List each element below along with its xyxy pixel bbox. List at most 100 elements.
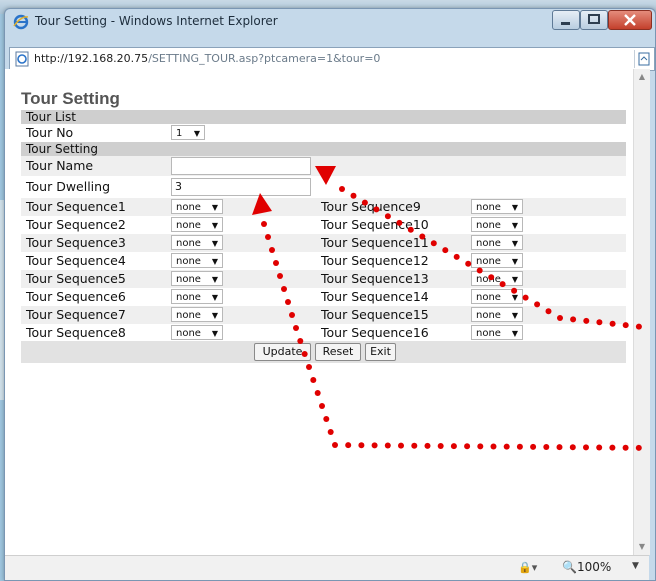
chevron-down-icon: ▼ [211, 239, 218, 248]
chevron-down-icon: ▼ [211, 293, 218, 302]
tour-sequence-value: none [476, 328, 501, 339]
exit-button[interactable]: Exit [365, 343, 396, 361]
tour-sequence-value: none [176, 238, 201, 249]
tour-no-label: Tour No [26, 125, 74, 140]
tour-sequence-row: Tour Sequence7 none ▼ Tour Sequence15 none ▼ [21, 306, 626, 324]
tour-dwelling-label: Tour Dwelling [26, 179, 111, 194]
chevron-down-icon: ▼ [511, 203, 518, 212]
tour-sequence-value: none [176, 202, 201, 213]
tour-sequence-label: Tour Sequence4 [26, 253, 126, 268]
tour-sequence-label: Tour Sequence7 [26, 307, 126, 322]
chevron-down-icon: ▼ [193, 129, 200, 138]
page-icon [15, 51, 29, 67]
scroll-down-icon[interactable]: ▼ [634, 539, 650, 555]
scroll-up-icon[interactable]: ▲ [634, 69, 650, 85]
vertical-scrollbar[interactable]: ▲ ▼ [633, 69, 650, 555]
tour-sequence-select[interactable]: none ▼ [171, 307, 223, 322]
title-bar[interactable]: Tour Setting - Windows Internet Explorer [5, 9, 655, 35]
tour-sequence-value: none [476, 310, 501, 321]
tour-sequence-select[interactable]: none ▼ [171, 271, 223, 286]
tour-sequence-value: none [476, 292, 501, 303]
zoom-icon: 🔍 [562, 560, 577, 574]
tour-sequence-select[interactable]: none ▼ [171, 253, 223, 268]
chevron-down-icon: ▼ [211, 257, 218, 266]
tour-sequence-value: none [176, 274, 201, 285]
tour-sequence-value: none [476, 202, 501, 213]
close-icon [624, 14, 636, 26]
tour-sequence-select[interactable]: none ▼ [171, 325, 223, 340]
ie-logo-icon [13, 14, 29, 30]
tour-sequence-label: Tour Sequence12 [321, 253, 429, 268]
tour-sequence-row: Tour Sequence2 none ▼ Tour Sequence10 none ▼ [21, 216, 626, 234]
zoom-dropdown-icon[interactable]: ▼ [632, 561, 639, 571]
tour-sequence-value: none [476, 220, 501, 231]
tour-no-row: Tour No 1 ▼ [21, 124, 626, 142]
chevron-down-icon: ▼ [211, 203, 218, 212]
tour-sequence-select[interactable]: none ▼ [471, 307, 523, 322]
chevron-down-icon: ▼ [511, 257, 518, 266]
zoom-level[interactable]: 🔍100% [562, 560, 611, 574]
tour-sequence-select[interactable]: none ▼ [171, 199, 223, 214]
tour-sequence-value: none [176, 256, 201, 267]
tour-sequence-select[interactable]: none ▼ [171, 235, 223, 250]
tour-name-row: Tour Name [21, 156, 626, 176]
tour-sequence-select[interactable]: none ▼ [471, 289, 523, 304]
tour-sequence-label: Tour Sequence1 [26, 199, 126, 214]
tour-sequence-select[interactable]: none ▼ [471, 271, 523, 286]
tour-sequence-select[interactable]: none ▼ [471, 235, 523, 250]
minimize-icon [561, 22, 570, 25]
chevron-down-icon: ▼ [511, 275, 518, 284]
window-title: Tour Setting - Windows Internet Explorer [35, 14, 278, 28]
tour-no-select[interactable]: 1 ▼ [171, 125, 205, 140]
chevron-down-icon: ▼ [511, 293, 518, 302]
chevron-down-icon: ▼ [211, 329, 218, 338]
tour-sequence-row: Tour Sequence8 none ▼ Tour Sequence16 none ▼ [21, 324, 626, 342]
tour-sequence-row: Tour Sequence1 none ▼ Tour Sequence9 none ▼ [21, 198, 626, 216]
minimize-button[interactable] [552, 10, 580, 30]
tour-sequence-select[interactable]: none ▼ [471, 199, 523, 214]
compatibility-view-button[interactable] [634, 50, 653, 68]
chevron-down-icon: ▼ [211, 275, 218, 284]
tour-sequence-label: Tour Sequence13 [321, 271, 429, 286]
page-title: Tour Setting [21, 89, 120, 108]
maximize-icon [588, 14, 600, 24]
tour-sequence-select[interactable]: none ▼ [171, 289, 223, 304]
tour-sequence-label: Tour Sequence3 [26, 235, 126, 250]
tour-dwelling-input[interactable]: 3 [171, 178, 311, 196]
tour-sequence-select[interactable]: none ▼ [471, 217, 523, 232]
tour-name-label: Tour Name [26, 158, 94, 173]
close-button[interactable] [608, 10, 652, 30]
chevron-down-icon: ▼ [511, 329, 518, 338]
update-button[interactable]: Update [254, 343, 311, 361]
tour-sequence-row: Tour Sequence6 none ▼ Tour Sequence14 none ▼ [21, 288, 626, 306]
tour-list-header: Tour List [21, 110, 626, 124]
status-bar: 🔒▾ 🔍100% ▼ [5, 555, 649, 580]
chevron-down-icon: ▼ [511, 311, 518, 320]
tour-sequence-value: none [176, 292, 201, 303]
tour-sequence-value: none [176, 310, 201, 321]
tour-sequence-select[interactable]: none ▼ [471, 253, 523, 268]
maximize-button[interactable] [580, 10, 608, 30]
tour-name-input[interactable] [171, 157, 311, 175]
tour-sequence-select[interactable]: none ▼ [171, 217, 223, 232]
tour-setting-header-label: Tour Setting [26, 142, 98, 156]
security-zone-icon[interactable]: 🔒▾ [518, 561, 537, 574]
reset-button[interactable]: Reset [315, 343, 361, 361]
tour-sequence-value: none [176, 328, 201, 339]
tour-sequence-value: none [476, 256, 501, 267]
tour-sequence-label: Tour Sequence2 [26, 217, 126, 232]
form-button-row: Update Reset Exit [21, 341, 626, 363]
tour-sequence-label: Tour Sequence5 [26, 271, 126, 286]
address-path: /SETTING_TOUR.asp?ptcamera=1&tour=0 [148, 52, 381, 65]
compatibility-view-icon [638, 52, 650, 66]
tour-setting-header: Tour Setting [21, 142, 626, 156]
tour-sequence-label: Tour Sequence11 [321, 235, 429, 250]
tour-sequence-label: Tour Sequence9 [321, 199, 421, 214]
tour-sequence-label: Tour Sequence15 [321, 307, 429, 322]
tour-sequence-select[interactable]: none ▼ [471, 325, 523, 340]
address-bar[interactable]: http://192.168.20.75/SETTING_TOUR.asp?pt… [9, 47, 655, 71]
chevron-down-icon: ▼ [511, 221, 518, 230]
tour-sequence-row: Tour Sequence4 none ▼ Tour Sequence12 none ▼ [21, 252, 626, 270]
chevron-down-icon: ▼ [511, 239, 518, 248]
chevron-down-icon: ▼ [211, 311, 218, 320]
